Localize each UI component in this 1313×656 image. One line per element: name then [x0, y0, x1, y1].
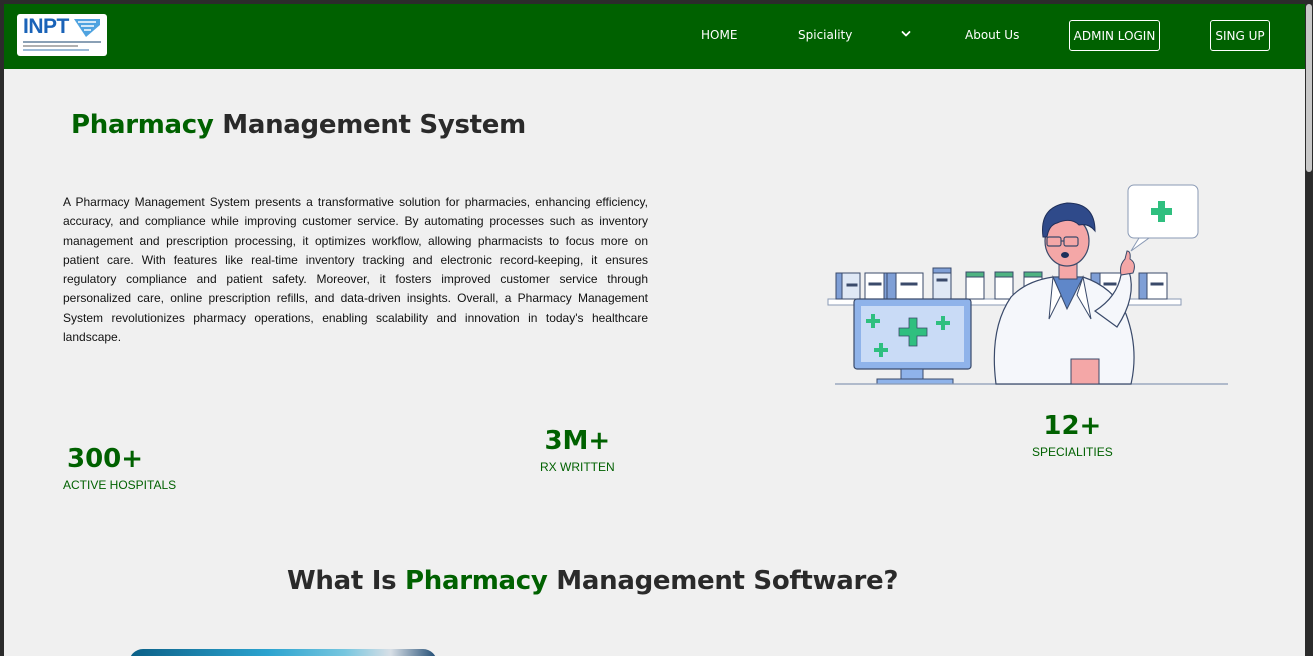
stat-rx-written: 3M+ RX WRITTEN: [540, 426, 615, 474]
inpt-logo-icon: [74, 19, 100, 37]
stat-label: RX WRITTEN: [540, 460, 615, 474]
admin-login-button[interactable]: ADMIN LOGIN: [1069, 20, 1160, 51]
stat-specialities: 12+ SPECIALITIES: [1032, 411, 1113, 459]
hero-description: A Pharmacy Management System presents a …: [63, 195, 648, 345]
stat-value: 300+: [67, 444, 144, 474]
nav-about-link[interactable]: About Us: [965, 28, 1019, 42]
logo-text: INPT: [23, 15, 69, 38]
stat-label: ACTIVE HOSPITALS: [63, 478, 177, 492]
section-image: [129, 649, 437, 656]
stat-value: 12+: [1043, 411, 1102, 441]
page-scrollbar[interactable]: [1305, 4, 1313, 656]
stat-active-hospitals: 300+ ACTIVE HOSPITALS: [63, 444, 176, 492]
nav-speciality-link[interactable]: Spiciality: [798, 28, 852, 42]
browser-viewport: INPT HOME Spiciality About Us ADMIN LOGI…: [4, 4, 1305, 656]
nav-home-link[interactable]: HOME: [701, 28, 737, 42]
logo-caption: [23, 41, 101, 53]
hero-title: Pharmacy Management System: [71, 110, 526, 140]
section-title-lead: What Is: [287, 566, 406, 596]
section-title: What Is Pharmacy Management Software?: [287, 566, 898, 596]
pharmacist-illustration: [827, 184, 1228, 385]
stat-label: SPECIALITIES: [1032, 445, 1113, 459]
section-title-rest: Management Software?: [547, 566, 899, 596]
scrollbar-thumb[interactable]: [1306, 4, 1312, 172]
navbar: INPT HOME Spiciality About Us ADMIN LOGI…: [4, 4, 1305, 69]
hero-title-accent: Pharmacy: [71, 110, 214, 140]
signup-button[interactable]: SING UP: [1210, 20, 1270, 51]
hero-title-rest: Management System: [213, 110, 526, 140]
chevron-down-icon[interactable]: [900, 28, 912, 40]
logo[interactable]: INPT: [17, 14, 107, 56]
stat-value: 3M+: [544, 426, 611, 456]
section-title-accent: Pharmacy: [405, 566, 548, 596]
